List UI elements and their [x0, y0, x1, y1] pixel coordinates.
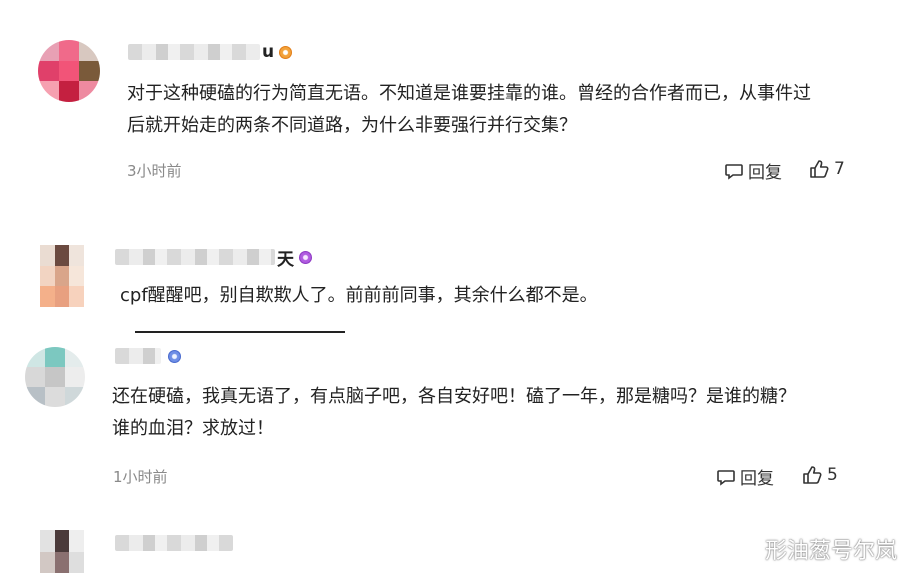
watermark-text: 形油葱号尔岚 [764, 539, 897, 564]
thumbs-up-icon [810, 160, 829, 178]
comment-time: 1小时前 [113, 468, 168, 486]
comment-time: 3小时前 [127, 162, 182, 180]
reply-icon [717, 469, 735, 486]
reply-button[interactable]: 回复 [716, 464, 774, 489]
like-button[interactable]: 5 [801, 464, 838, 486]
user-level-badge-icon [279, 45, 293, 59]
like-button[interactable]: 7 [808, 158, 845, 180]
avatar[interactable] [40, 530, 84, 573]
weibo-icon [729, 539, 758, 560]
avatar[interactable] [40, 245, 84, 307]
reply-button[interactable]: 回复 [724, 158, 782, 183]
avatar[interactable] [25, 347, 85, 407]
divider [135, 331, 345, 333]
like-count: 7 [834, 159, 845, 179]
reply-icon [725, 163, 743, 180]
user-level-badge-icon [168, 349, 181, 363]
username[interactable]: u [128, 41, 293, 63]
like-count: 5 [827, 465, 838, 485]
username-visible-part: 天 [277, 249, 294, 270]
username[interactable]: 天 [115, 246, 312, 270]
comment-text: cpf醒醒吧，别自欺欺人了。前前前同事，其余什么都不是。 [120, 285, 598, 306]
comment-text: 还在硬磕，我真无语了，有点脑子吧，各自安好吧！磕了一年，那是糖吗？是谁的糖？ 谁… [112, 386, 796, 439]
thumbs-up-icon [803, 466, 822, 484]
user-level-badge-icon [299, 250, 312, 264]
watermark: 形油葱号尔岚 [729, 533, 897, 565]
username[interactable] [115, 532, 233, 554]
avatar[interactable] [38, 40, 100, 102]
reply-label: 回复 [740, 469, 774, 489]
reply-label: 回复 [748, 163, 782, 183]
username[interactable] [115, 345, 181, 367]
comment-text: 对于这种硬磕的行为简直无语。不知道是谁要挂靠的谁。曾经的合作者而已，从事件过 后… [127, 83, 811, 136]
username-visible-part: u [262, 42, 275, 62]
